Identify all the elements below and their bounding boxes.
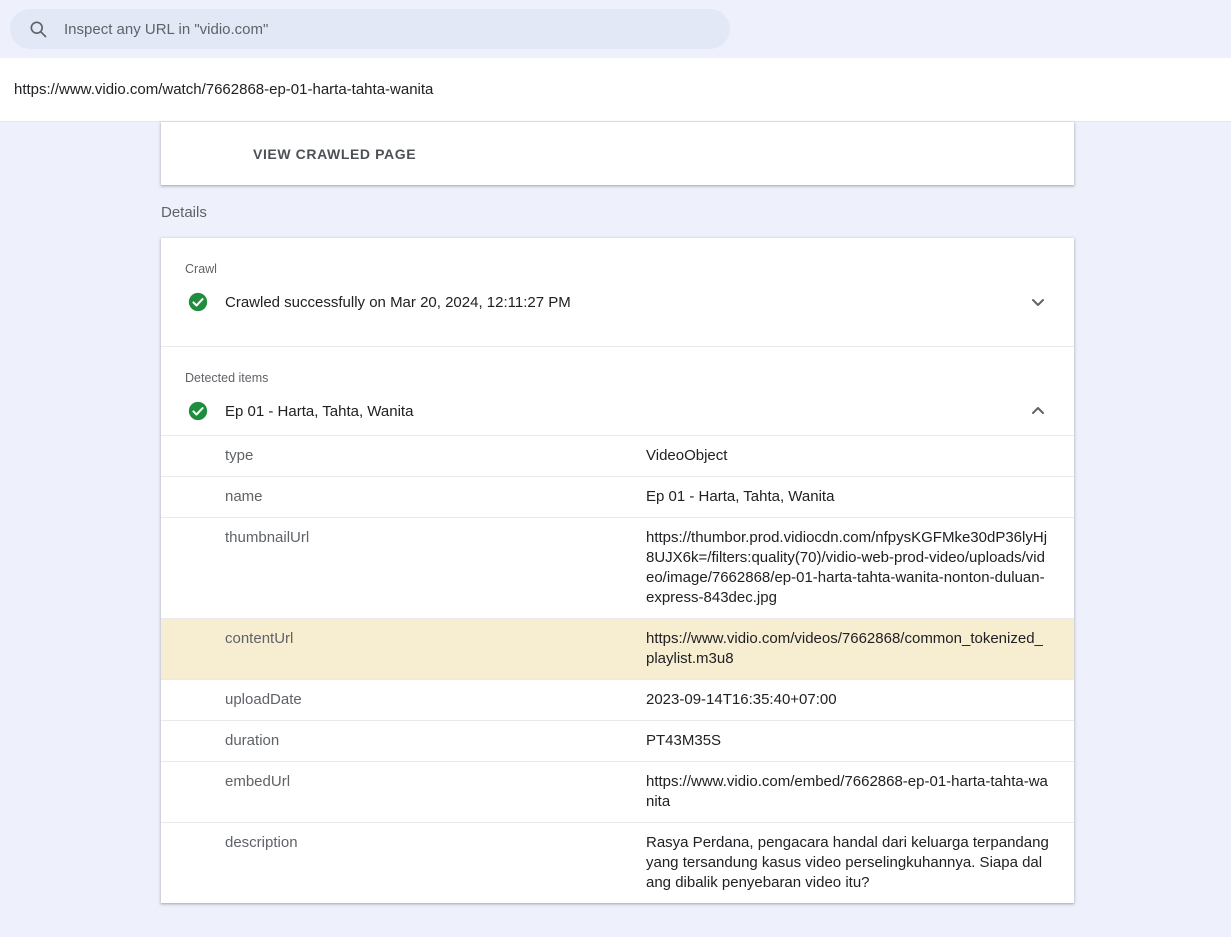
property-value: VideoObject <box>646 436 1074 476</box>
table-row: thumbnailUrl https://thumbor.prod.vidioc… <box>161 517 1074 618</box>
table-row: uploadDate 2023-09-14T16:35:40+07:00 <box>161 679 1074 720</box>
property-key: description <box>161 823 646 903</box>
table-row: name Ep 01 - Harta, Tahta, Wanita <box>161 476 1074 517</box>
chevron-up-icon[interactable] <box>1026 399 1050 423</box>
check-circle-icon <box>188 401 208 421</box>
crawl-section-label: Crawl <box>161 238 1074 278</box>
table-row-highlighted: contentUrl https://www.vidio.com/videos/… <box>161 618 1074 679</box>
property-value: PT43M35S <box>646 721 1074 761</box>
property-key: type <box>161 436 646 476</box>
search-input[interactable] <box>64 21 714 38</box>
view-crawled-page-button[interactable]: VIEW CRAWLED PAGE <box>245 138 424 170</box>
property-value: https://thumbor.prod.vidiocdn.com/nfpysK… <box>646 518 1074 618</box>
property-key: thumbnailUrl <box>161 518 646 618</box>
table-row: embedUrl https://www.vidio.com/embed/766… <box>161 761 1074 822</box>
detected-item-row[interactable]: Ep 01 - Harta, Tahta, Wanita <box>161 387 1074 435</box>
table-row: description Rasya Perdana, pengacara han… <box>161 822 1074 903</box>
detected-items-section: Detected items Ep 01 - Harta, Tahta, Wan… <box>161 347 1074 435</box>
crawl-section: Crawl Crawled successfully on Mar 20, 20… <box>161 238 1074 346</box>
detected-item-title: Ep 01 - Harta, Tahta, Wanita <box>225 403 1026 420</box>
property-key: embedUrl <box>161 762 646 822</box>
chevron-down-icon[interactable] <box>1026 290 1050 314</box>
detected-items-label: Detected items <box>161 347 1074 387</box>
property-value: https://www.vidio.com/embed/7662868-ep-0… <box>646 762 1074 822</box>
property-key: contentUrl <box>161 619 646 679</box>
crawl-status-row[interactable]: Crawled successfully on Mar 20, 2024, 12… <box>161 278 1074 326</box>
structured-data-properties-table: type VideoObject name Ep 01 - Harta, Tah… <box>161 435 1074 903</box>
inspection-result-card: VIEW CRAWLED PAGE <box>161 122 1074 185</box>
details-section-label: Details <box>161 185 1074 238</box>
search-icon <box>26 17 50 41</box>
details-card: Crawl Crawled successfully on Mar 20, 20… <box>161 238 1074 903</box>
property-key: uploadDate <box>161 680 646 720</box>
table-row: type VideoObject <box>161 435 1074 476</box>
property-value: Ep 01 - Harta, Tahta, Wanita <box>646 477 1074 517</box>
inspected-url-bar: https://www.vidio.com/watch/7662868-ep-0… <box>0 58 1231 122</box>
url-inspection-search-bar[interactable] <box>10 9 730 49</box>
inspected-url-text: https://www.vidio.com/watch/7662868-ep-0… <box>14 81 433 98</box>
property-key: name <box>161 477 646 517</box>
property-value: https://www.vidio.com/videos/7662868/com… <box>646 619 1074 679</box>
property-value: 2023-09-14T16:35:40+07:00 <box>646 680 1074 720</box>
crawl-status-text: Crawled successfully on Mar 20, 2024, 12… <box>225 294 1026 311</box>
app-header <box>0 0 1231 58</box>
property-value: Rasya Perdana, pengacara handal dari kel… <box>646 823 1074 903</box>
property-key: duration <box>161 721 646 761</box>
table-row: duration PT43M35S <box>161 720 1074 761</box>
check-circle-icon <box>188 292 208 312</box>
